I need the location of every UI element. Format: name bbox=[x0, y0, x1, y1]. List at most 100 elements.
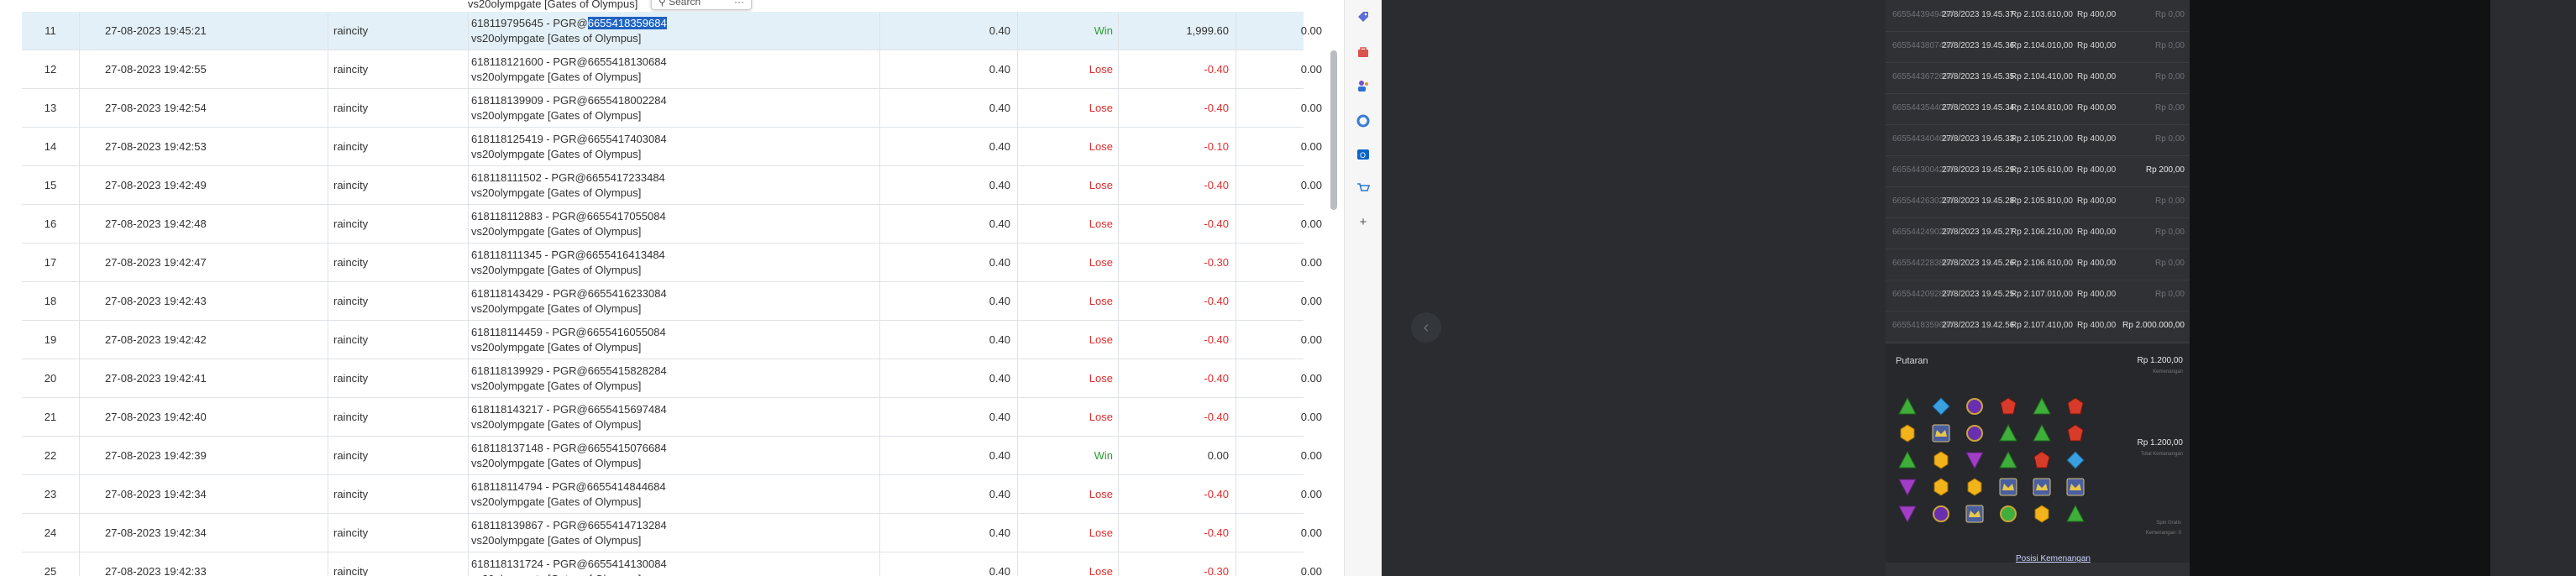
shopping-icon[interactable] bbox=[1355, 180, 1372, 196]
red-gem-icon bbox=[2030, 448, 2054, 472]
table-row[interactable]: 14 27-08-2023 19:42:53 raincity 61811812541… bbox=[22, 128, 1322, 166]
more-icon[interactable]: ··· bbox=[734, 0, 744, 8]
game-name: vs20olympgate [Gates of Olympus] bbox=[471, 379, 642, 392]
row-result: Lose bbox=[1017, 398, 1118, 436]
history-row[interactable]: 6655443949484 27/8/2023 19.45.37 Rp 2.103.… bbox=[1886, 0, 2190, 32]
row-username: raincity bbox=[328, 50, 468, 88]
game-name: vs20olympgate [Gates of Olympus] bbox=[471, 186, 642, 199]
game-id-prefix: 618118143217 - PGR@6655415697484 bbox=[471, 402, 667, 416]
history-row[interactable]: 6655443004284 27/8/2023 19.45.29 Rp 2.105.… bbox=[1886, 155, 2190, 187]
history-row[interactable]: 6655443544084 27/8/2023 19.45.34 Rp 2.104.… bbox=[1886, 93, 2190, 125]
row-game: 618118112883 - PGR@6655417055084 vs20olym… bbox=[468, 205, 879, 243]
previous-arrow-icon[interactable]: ‹ bbox=[1411, 312, 1441, 343]
history-row[interactable]: 6655443404684 27/8/2023 19.45.33 Rp 2.105.… bbox=[1886, 124, 2190, 156]
winning-position-link[interactable]: Posisi Kemenangan bbox=[2016, 554, 2091, 563]
game-id-prefix: 618118111345 - PGR@6655416413484 bbox=[471, 248, 665, 261]
row-winloss: -0.30 bbox=[1118, 552, 1236, 576]
history-win: Rp 0,00 bbox=[2154, 41, 2185, 50]
row-bet: 0.40 bbox=[879, 514, 1017, 552]
game-id-prefix: 618118125419 - PGR@6655417403084 bbox=[471, 132, 667, 145]
row-result: Lose bbox=[1017, 50, 1118, 88]
game-id-prefix: 618118114459 - PGR@6655416055084 bbox=[471, 325, 666, 338]
table-row[interactable]: 19 27-08-2023 19:42:42 raincity 61811811445… bbox=[22, 321, 1322, 359]
history-row[interactable]: 6655443672684 27/8/2023 19.45.35 Rp 2.104.… bbox=[1886, 62, 2190, 94]
row-username: raincity bbox=[328, 359, 468, 397]
history-row[interactable]: 6655418359684 27/8/2023 19.42.56 Rp 2.107.… bbox=[1886, 311, 2190, 343]
history-row[interactable]: 6655442283884 27/8/2023 19.45.26 Rp 2.106.… bbox=[1886, 249, 2190, 280]
row-winloss: -0.40 bbox=[1118, 50, 1236, 88]
row-jackpot: 0.00 bbox=[1236, 243, 1325, 281]
row-game: 618118139929 - PGR@6655415828284 vs20olym… bbox=[468, 359, 879, 397]
table-row[interactable]: 23 27-08-2023 19:42:34 raincity 61811811479… bbox=[22, 475, 1322, 514]
table-row[interactable]: 20 27-08-2023 19:42:41 raincity 61811813992… bbox=[22, 359, 1322, 398]
row-date: 27-08-2023 19:42:53 bbox=[79, 128, 328, 165]
row-date: 27-08-2023 19:42:49 bbox=[79, 166, 328, 204]
table-row[interactable]: 16 27-08-2023 19:42:48 raincity 61811811288… bbox=[22, 205, 1322, 243]
row-result: Lose bbox=[1017, 128, 1118, 165]
history-bet: Rp 400,00 bbox=[2077, 228, 2117, 237]
game-id-prefix: 618119795645 - PGR@ bbox=[471, 16, 588, 29]
row-result: Lose bbox=[1017, 166, 1118, 204]
tag-icon[interactable] bbox=[1355, 8, 1372, 25]
history-balance: Rp 2.106.210,00 bbox=[2011, 228, 2073, 237]
game-id-prefix: 618118139909 - PGR@6655418002284 bbox=[471, 93, 667, 107]
history-row[interactable]: 6655442092884 27/8/2023 19.45.25 Rp 2.107.… bbox=[1886, 280, 2190, 312]
row-bet: 0.40 bbox=[879, 128, 1017, 165]
table-row[interactable]: 15 27-08-2023 19:42:49 raincity 61811811150… bbox=[22, 166, 1322, 205]
outlook-icon[interactable]: O bbox=[1355, 146, 1372, 163]
toolbox-icon[interactable] bbox=[1355, 44, 1372, 60]
row-jackpot: 0.00 bbox=[1236, 166, 1325, 204]
table-row[interactable]: 24 27-08-2023 19:42:34 raincity 61811813986… bbox=[22, 514, 1322, 552]
game-name: vs20olympgate [Gates of Olympus] bbox=[471, 108, 642, 122]
history-date: 27/8/2023 19.45.28 bbox=[1942, 196, 2015, 206]
yellow-gem-icon bbox=[1896, 422, 1919, 445]
people-icon[interactable] bbox=[1355, 77, 1372, 94]
row-jackpot: 0.00 bbox=[1236, 321, 1325, 359]
game-name: vs20olympgate [Gates of Olympus] bbox=[471, 417, 642, 431]
history-row[interactable]: 6655442630284 27/8/2023 19.45.28 Rp 2.105.… bbox=[1886, 186, 2190, 218]
purple-gem-icon bbox=[1963, 395, 1986, 418]
row-result: Win bbox=[1017, 12, 1118, 50]
row-jackpot: 0.00 bbox=[1236, 12, 1325, 50]
row-jackpot: 0.00 bbox=[1236, 398, 1325, 436]
table-row[interactable]: 18 27-08-2023 19:42:43 raincity 61811814342… bbox=[22, 282, 1322, 321]
row-username: raincity bbox=[328, 398, 468, 436]
row-date: 27-08-2023 19:42:34 bbox=[79, 514, 328, 552]
purple-gem-icon bbox=[1963, 422, 1986, 445]
game-id-line: 618118111345 - PGR@6655416413484 bbox=[471, 248, 665, 263]
history-row[interactable]: 6655443807484 27/8/2023 19.45.36 Rp 2.104.… bbox=[1886, 31, 2190, 63]
add-icon[interactable]: + bbox=[1355, 213, 1372, 230]
table-row[interactable]: 17 27-08-2023 19:42:47 raincity 61811811134… bbox=[22, 243, 1322, 282]
search-popup[interactable]: ⚲ Search ··· bbox=[651, 0, 752, 10]
row-number: 24 bbox=[44, 526, 57, 539]
row-winloss: -0.10 bbox=[1118, 128, 1236, 165]
row-date: 27-08-2023 19:42:55 bbox=[79, 50, 328, 88]
table-row[interactable]: 21 27-08-2023 19:42:40 raincity 61811814321… bbox=[22, 398, 1322, 437]
table-row[interactable]: 11 27-08-2023 19:45:21 raincity 61811979564… bbox=[22, 12, 1322, 50]
row-winloss: 0.00 bbox=[1118, 437, 1236, 474]
history-date: 27/8/2023 19.45.26 bbox=[1942, 259, 2015, 268]
row-winloss: -0.30 bbox=[1118, 243, 1236, 281]
row-number: 12 bbox=[44, 63, 57, 76]
scrollbar[interactable] bbox=[1330, 50, 1337, 210]
game-id-line: 618118112883 - PGR@6655417055084 bbox=[471, 209, 666, 224]
crown-icon bbox=[1996, 475, 2020, 499]
table-row[interactable]: 22 27-08-2023 19:42:39 raincity 61811813714… bbox=[22, 437, 1322, 475]
row-username: raincity bbox=[328, 552, 468, 576]
copilot-icon[interactable] bbox=[1355, 113, 1372, 129]
total-win-amount: Rp 1.200,00 bbox=[2137, 438, 2184, 448]
row-number: 18 bbox=[44, 295, 57, 307]
row-winloss: -0.40 bbox=[1118, 321, 1236, 359]
table-row[interactable]: 25 27-08-2023 19:42:33 raincity 61811813172… bbox=[22, 552, 1322, 576]
history-row[interactable]: 6655442490284 27/8/2023 19.45.27 Rp 2.106.… bbox=[1886, 217, 2190, 249]
game-id-line: 618118139867 - PGR@6655414713284 bbox=[471, 518, 667, 533]
row-winloss: -0.40 bbox=[1118, 359, 1236, 397]
table-row[interactable]: 13 27-08-2023 19:42:54 raincity 61811813990… bbox=[22, 89, 1322, 128]
row-number: 16 bbox=[44, 217, 57, 230]
game-id-line: 618118139909 - PGR@6655418002284 bbox=[471, 93, 667, 108]
row-date: 27-08-2023 19:45:21 bbox=[79, 12, 328, 50]
total-win-caption: Total Kemenangan bbox=[2140, 452, 2183, 457]
row-username: raincity bbox=[328, 243, 468, 281]
table-row[interactable]: 12 27-08-2023 19:42:55 raincity 61811812160… bbox=[22, 50, 1322, 89]
browser-sidebar: O + bbox=[1344, 0, 1382, 576]
